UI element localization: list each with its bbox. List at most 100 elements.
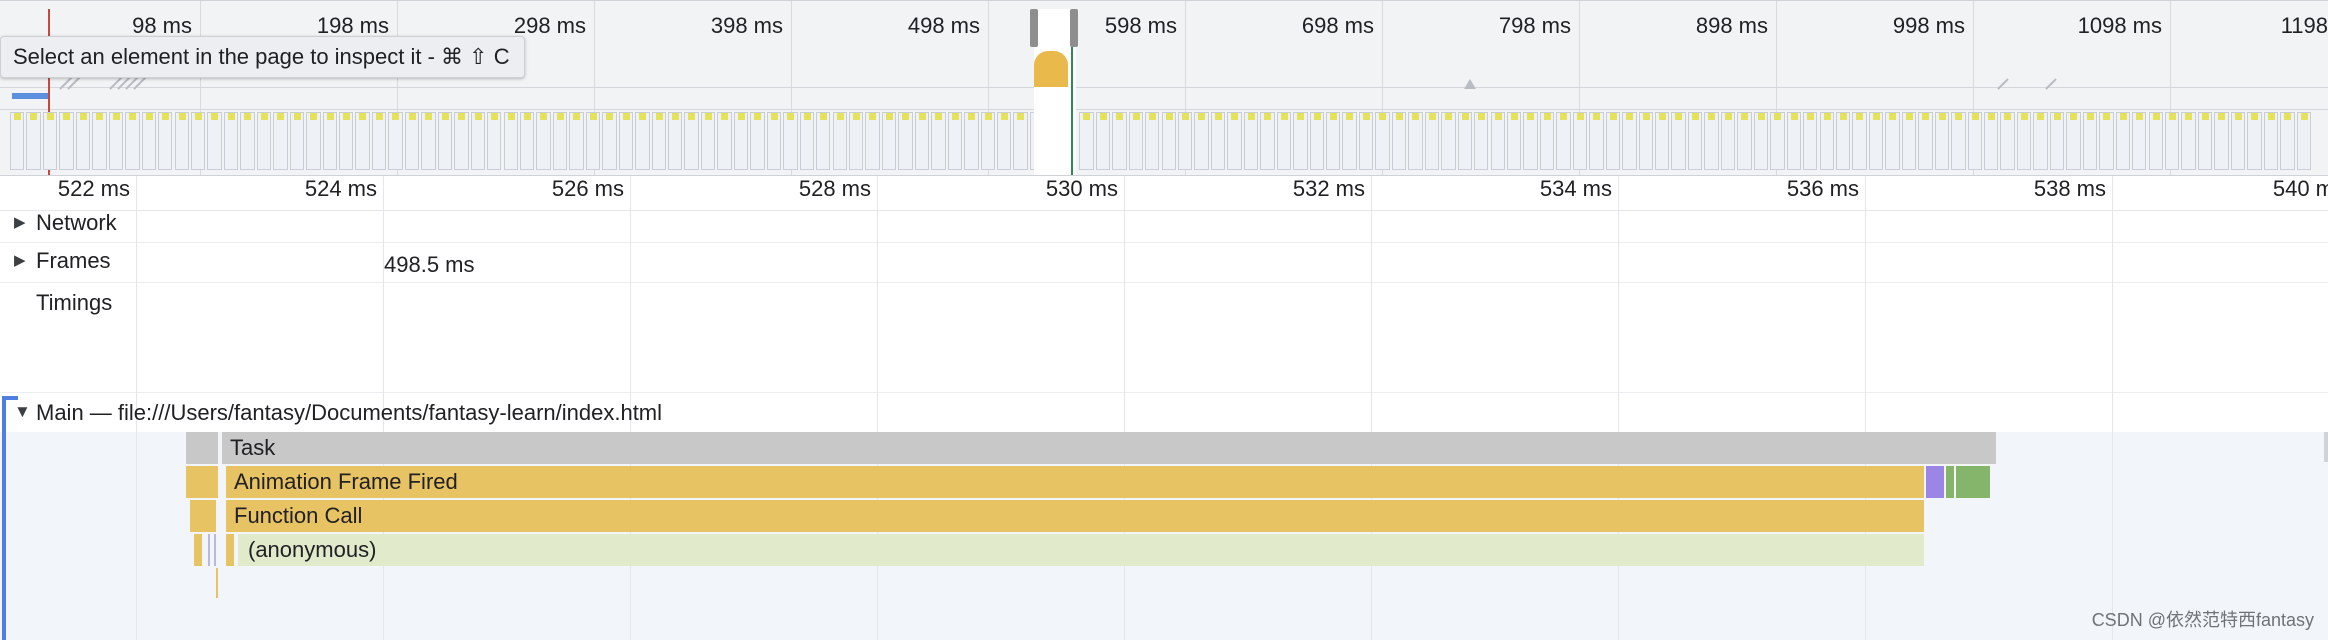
overview-frame-marker bbox=[162, 113, 170, 120]
overview-frame-marker bbox=[1609, 113, 1617, 120]
flame-deep-call[interactable] bbox=[216, 568, 218, 598]
track-main[interactable]: ▼ Main — file:///Users/fantasy/Documents/… bbox=[14, 400, 662, 426]
overview-frame-marker bbox=[1889, 113, 1897, 120]
flame-small-call[interactable] bbox=[226, 534, 234, 566]
frames-duration: 498.5 ms bbox=[384, 252, 475, 277]
overview-frame-marker bbox=[392, 113, 400, 120]
flamechart-scrollbar[interactable] bbox=[2324, 432, 2328, 462]
overview-frame-cell bbox=[92, 112, 107, 170]
overview-frame-cell bbox=[799, 112, 815, 170]
overview-frame-marker bbox=[639, 113, 647, 120]
overview-frame-cell bbox=[2099, 112, 2114, 170]
overview-frame-cell bbox=[1441, 112, 1456, 170]
overview-frame-cell bbox=[1753, 112, 1769, 170]
overview-frame-marker bbox=[2004, 113, 2012, 120]
selection-left-handle[interactable] bbox=[1030, 9, 1038, 47]
overview-frame-cell bbox=[1671, 112, 1686, 170]
flame-function-call-small[interactable] bbox=[190, 500, 216, 532]
overview-frame-cell bbox=[487, 112, 502, 170]
overview-frame-marker bbox=[1543, 113, 1551, 120]
overview-frame-marker bbox=[2267, 113, 2275, 120]
expand-triangle-icon[interactable]: ▶ bbox=[14, 213, 36, 231]
overview-frame-cell bbox=[2263, 112, 2279, 170]
overview-frame-marker bbox=[1165, 113, 1173, 120]
overview-frame-marker bbox=[1017, 113, 1025, 120]
overview-frame-marker bbox=[688, 113, 696, 120]
overview-tick: 498 ms bbox=[907, 13, 980, 38]
overview-frame-cell bbox=[1194, 112, 1209, 170]
overview-frame-cell bbox=[519, 112, 535, 170]
flame-animation-frame-small[interactable] bbox=[186, 466, 218, 498]
flame-function-call[interactable]: Function Call bbox=[226, 500, 1924, 532]
overview-frame-marker bbox=[885, 113, 893, 120]
overview-frame-marker bbox=[852, 113, 860, 120]
overview-frame-marker bbox=[1445, 113, 1453, 120]
overview-frame-cell bbox=[454, 112, 469, 170]
overview-frame-cell bbox=[1457, 112, 1473, 170]
overview-frame-cell bbox=[618, 112, 634, 170]
overview-frame-marker bbox=[902, 113, 910, 120]
overview-frame-cell bbox=[388, 112, 403, 170]
overview-frame-cell bbox=[1276, 112, 1292, 170]
flame-paint[interactable] bbox=[1956, 466, 1990, 498]
overview-frame-cell bbox=[2082, 112, 2098, 170]
overview-frame-marker bbox=[523, 113, 531, 120]
overview-tick: 298 ms bbox=[513, 13, 586, 38]
ruler-tick: 528 ms bbox=[798, 176, 871, 201]
flame-small-call[interactable] bbox=[214, 534, 216, 566]
overview-frame-cell bbox=[1556, 112, 1571, 170]
overview-frame-cell bbox=[223, 112, 239, 170]
flame-anonymous[interactable]: (anonymous) bbox=[238, 534, 1924, 566]
overview-tick: 798 ms bbox=[1498, 13, 1571, 38]
flame-small-call[interactable] bbox=[194, 534, 202, 566]
selection-right-handle[interactable] bbox=[1070, 9, 1078, 47]
overview-frame-cell bbox=[1934, 112, 1950, 170]
overview-tick: 998 ms bbox=[1892, 13, 1965, 38]
overview-frame-cell bbox=[2066, 112, 2081, 170]
overview-frame-marker bbox=[2234, 113, 2242, 120]
overview-frame-cell bbox=[1358, 112, 1374, 170]
overview-frame-cell bbox=[1474, 112, 1489, 170]
overview-frame-cell bbox=[980, 112, 995, 170]
overview-frame-marker bbox=[1659, 113, 1666, 120]
overview-frame-cell bbox=[733, 112, 749, 170]
overview-pane[interactable]: 98 ms 198 ms 298 ms 398 ms 498 ms 598 ms… bbox=[0, 0, 2328, 176]
overview-frame-marker bbox=[1675, 113, 1683, 120]
overview-frame-cell bbox=[59, 112, 74, 170]
overview-frame-marker bbox=[458, 113, 466, 120]
track-timings-label[interactable]: Timings bbox=[36, 290, 112, 316]
overview-frame-marker bbox=[2251, 113, 2259, 120]
overview-frame-cell bbox=[75, 112, 91, 170]
track-network-label: Network bbox=[36, 210, 117, 235]
flame-animation-frame-fired[interactable]: Animation Frame Fired bbox=[226, 466, 1924, 498]
overview-frame-marker bbox=[1955, 113, 1963, 120]
overview-frame-marker bbox=[1494, 113, 1502, 120]
overview-frame-marker bbox=[1774, 113, 1782, 120]
flame-small-call[interactable] bbox=[208, 534, 210, 566]
overview-frame-cell bbox=[964, 112, 979, 170]
overview-frame-cell bbox=[1375, 112, 1390, 170]
overview-frame-cell bbox=[10, 112, 25, 170]
overview-frame-cell bbox=[750, 112, 765, 170]
collapse-triangle-icon[interactable]: ▼ bbox=[14, 402, 36, 422]
track-network[interactable]: ▶ Network bbox=[14, 210, 117, 236]
inspect-tooltip: Select an element in the page to inspect… bbox=[0, 36, 525, 78]
flame-recalc-style[interactable] bbox=[1926, 466, 1944, 498]
flame-task[interactable]: Task bbox=[222, 432, 1996, 464]
expand-triangle-icon[interactable]: ▶ bbox=[14, 251, 36, 269]
overview-frame-marker bbox=[145, 113, 153, 120]
overview-frame-marker bbox=[672, 113, 679, 120]
overview-frame-cell bbox=[1589, 112, 1604, 170]
overview-frame-cell bbox=[2000, 112, 2015, 170]
overview-frame-marker bbox=[540, 113, 548, 120]
overview-frame-marker bbox=[194, 113, 202, 120]
overview-frame-cell bbox=[1326, 112, 1341, 170]
flame-paint-small[interactable] bbox=[1946, 466, 1954, 498]
overview-frame-cell bbox=[174, 112, 189, 170]
overview-frame-cell bbox=[1885, 112, 1900, 170]
overview-frame-marker bbox=[1938, 113, 1946, 120]
overview-frame-cell bbox=[355, 112, 370, 170]
overview-frame-marker bbox=[737, 113, 745, 120]
track-frames[interactable]: ▶ Frames bbox=[14, 248, 111, 274]
flame-task-small[interactable] bbox=[186, 432, 218, 464]
